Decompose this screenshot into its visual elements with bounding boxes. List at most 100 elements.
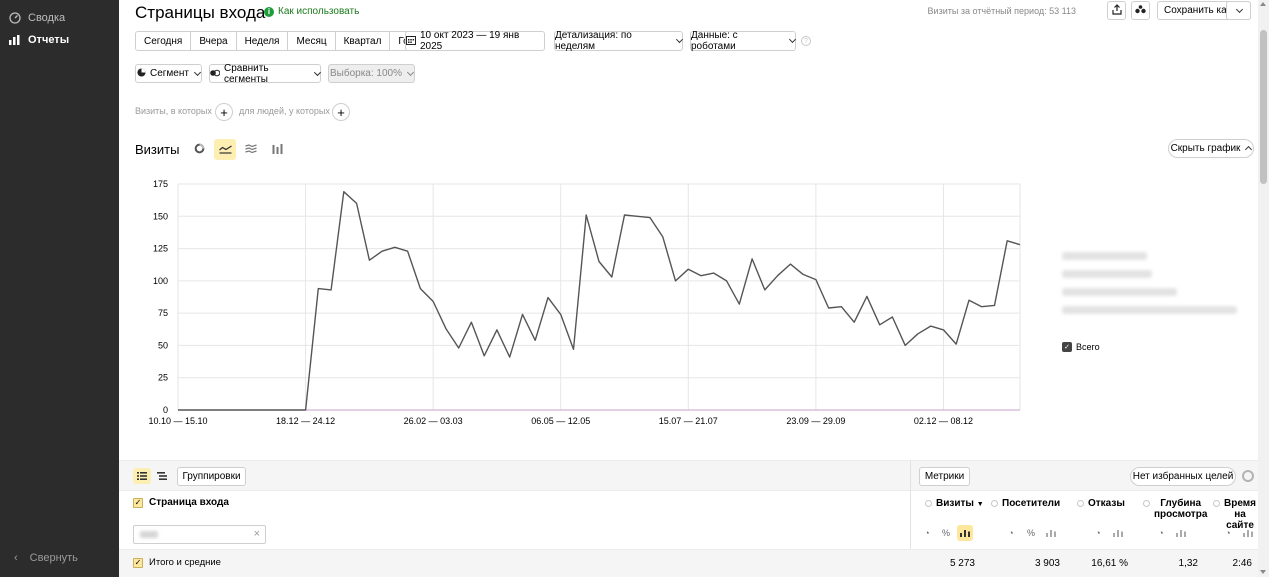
period-month[interactable]: Месяц [288, 32, 336, 50]
radio-icon [1077, 500, 1084, 507]
detail-dropdown[interactable]: Детализация: по неделям [554, 30, 684, 52]
chevron-down-icon [193, 68, 202, 76]
legend-item-blurred [1062, 252, 1147, 260]
column-header-visitors[interactable]: Посетители [991, 498, 1061, 509]
pie-mini-icon[interactable]: ◔ [919, 525, 935, 541]
chevron-down-icon [314, 68, 322, 76]
plus-icon: + [337, 104, 345, 120]
line-chart-type-button[interactable] [214, 139, 236, 160]
add-people-condition-button[interactable]: + [332, 103, 350, 121]
y-tick-label: 50 [158, 340, 168, 350]
y-tick-label: 25 [158, 373, 168, 383]
column-header-visits[interactable]: Визиты ▼ [925, 498, 985, 509]
calendar-icon [406, 35, 416, 48]
x-tick-label: 06.05 — 12.05 [531, 416, 590, 426]
chevron-down-icon [1235, 5, 1244, 13]
x-tick-label: 15.07 — 21.07 [659, 416, 718, 426]
pie-mini-icon[interactable]: ◔ [1003, 525, 1019, 541]
column-label: Отказы [1088, 498, 1125, 509]
metrics-label: Метрики [924, 471, 965, 482]
scrollbar-thumb[interactable] [1260, 30, 1267, 184]
bar-mini-icon[interactable] [1043, 525, 1059, 541]
bar-chart-type-button[interactable] [266, 139, 288, 160]
favorite-goals-button[interactable]: Нет избранных целей [1130, 467, 1236, 486]
dimension-filter-input[interactable]: × [133, 525, 266, 544]
area-chart-type-button[interactable] [240, 139, 262, 160]
api-button[interactable] [1131, 1, 1150, 20]
dashboard-icon [8, 12, 21, 25]
y-tick-label: 175 [153, 179, 168, 189]
clear-icon[interactable]: × [254, 528, 260, 540]
scroll-down-icon[interactable] [1260, 570, 1266, 574]
date-range-picker[interactable]: 10 окт 2023 — 19 янв 2025 [405, 30, 545, 52]
dimension-header-label: Страница входа [149, 497, 229, 508]
help-icon[interactable]: ? [801, 36, 811, 46]
column-header-depth[interactable]: Глубина просмотра [1143, 498, 1207, 520]
y-tick-label: 100 [153, 276, 168, 286]
sidebar-item-label: Сводка [28, 12, 66, 24]
legend-item-blurred [1062, 288, 1177, 296]
howto-link[interactable]: i Как использовать [264, 6, 359, 17]
flat-view-button[interactable] [133, 468, 151, 484]
pie-chart-type-button[interactable] [188, 139, 210, 160]
bar-mini-icon[interactable] [1240, 525, 1256, 541]
collapse-sidebar-button[interactable]: ‹ Свернуть [14, 552, 78, 564]
x-tick-label: 26.02 — 03.03 [404, 416, 463, 426]
visits-line-chart: 0 25 50 75 100 125 150 175 10.10 — 15.10 18.12 — … [148, 179, 1021, 426]
bar-mini-icon[interactable] [1110, 525, 1126, 541]
tree-view-button[interactable] [153, 468, 171, 484]
sample-dropdown[interactable]: Выборка: 100% [328, 64, 415, 83]
list-icon [137, 469, 147, 483]
save-as-dropdown[interactable] [1226, 1, 1251, 20]
chevron-down-icon [789, 35, 797, 44]
data-dropdown[interactable]: Данные: с роботами [690, 30, 797, 52]
x-tick-label: 18.12 — 24.12 [276, 416, 335, 426]
pie-mini-icon[interactable]: ◔ [1220, 525, 1236, 541]
chevron-down-icon [676, 36, 684, 43]
column-header-bounces[interactable]: Отказы [1077, 498, 1127, 509]
period-quarter[interactable]: Квартал [335, 32, 391, 50]
hide-chart-button[interactable]: Скрыть график [1168, 139, 1254, 158]
donut-icon [194, 143, 205, 157]
sort-desc-icon: ▼ [976, 501, 984, 508]
sidebar-item-summary[interactable]: Сводка [8, 8, 65, 28]
radio-icon [991, 500, 998, 507]
legend-item-total[interactable]: ✓ Всего [1062, 342, 1100, 352]
date-range-label: 10 окт 2023 — 19 янв 2025 [420, 30, 520, 52]
scroll-up-icon[interactable] [1260, 2, 1266, 6]
people-condition-label: для людей, у которых [239, 106, 330, 116]
x-tick-label: 10.10 — 15.10 [148, 416, 207, 426]
metrics-button[interactable]: Метрики [919, 467, 970, 486]
main-content: Страницы входа i Как использовать Визиты… [119, 0, 1269, 577]
bar-chart-icon [8, 34, 21, 47]
gear-icon[interactable] [1242, 470, 1254, 482]
compare-icon [210, 68, 221, 80]
radio-icon [1213, 500, 1220, 507]
pie-mini-icon[interactable]: ◔ [1153, 525, 1169, 541]
totals-label[interactable]: ✓ Итого и средние [133, 557, 221, 568]
sidebar: Сводка Отчеты ‹ Свернуть [0, 0, 119, 577]
segment-label: Сегмент [150, 68, 189, 79]
bar-mini-icon[interactable] [957, 525, 973, 541]
x-tick-label: 02.12 — 08.12 [914, 416, 973, 426]
compare-segments-dropdown[interactable]: Сравнить сегменты [209, 63, 322, 85]
sample-label: Выборка: 100% [330, 68, 402, 79]
sidebar-item-reports[interactable]: Отчеты [8, 30, 69, 50]
sidebar-item-label: Отчеты [28, 34, 70, 46]
period-week[interactable]: Неделя [236, 32, 289, 50]
period-today[interactable]: Сегодня [136, 32, 192, 50]
filter-value-blurred [140, 531, 158, 538]
percent-icon[interactable]: % [1023, 525, 1039, 541]
percent-icon[interactable]: % [938, 525, 954, 541]
period-yesterday[interactable]: Вчера [191, 32, 237, 50]
dimension-header[interactable]: ✓ Страница входа [133, 497, 229, 508]
bar-mini-icon[interactable] [1173, 525, 1189, 541]
scrollbar[interactable] [1258, 0, 1269, 577]
pie-mini-icon[interactable]: ◔ [1090, 525, 1106, 541]
totals-label-text: Итого и средние [149, 557, 221, 568]
segment-dropdown[interactable]: Сегмент [135, 64, 202, 83]
groupings-button[interactable]: Группировки [177, 467, 246, 486]
plus-icon: + [220, 104, 228, 120]
add-visit-condition-button[interactable]: + [215, 103, 233, 121]
export-button[interactable] [1107, 1, 1126, 20]
